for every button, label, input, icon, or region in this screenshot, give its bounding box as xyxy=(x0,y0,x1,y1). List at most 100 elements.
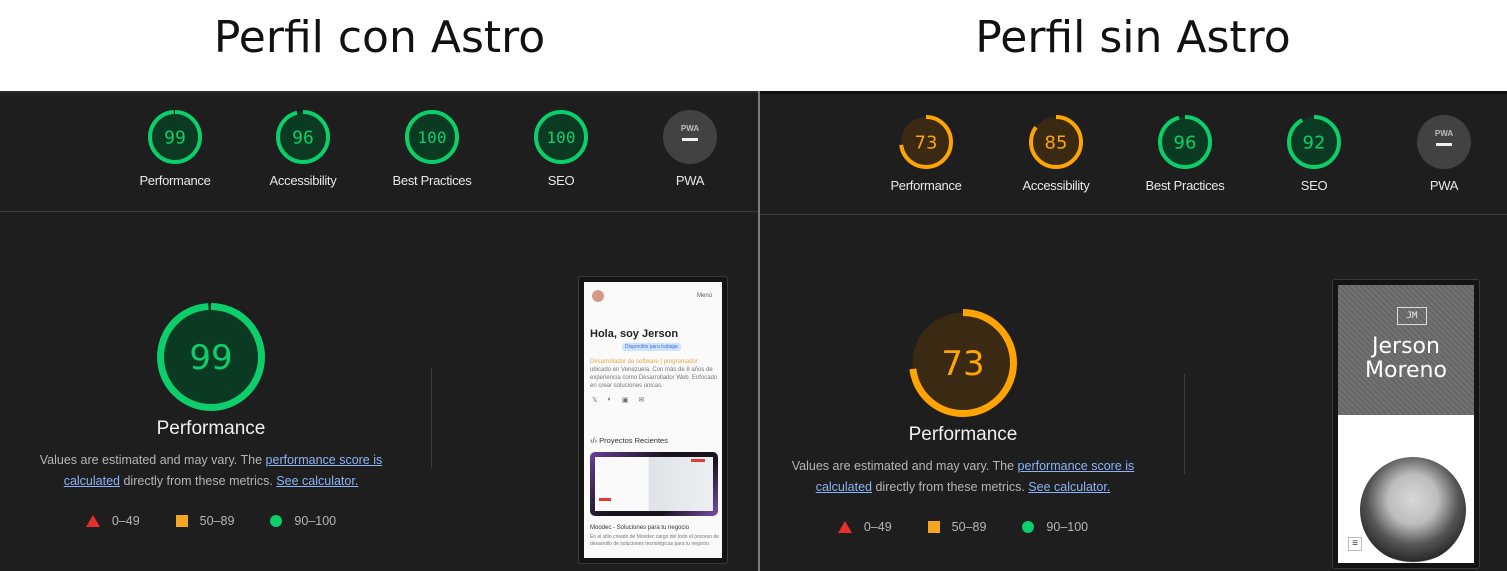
see-calculator-link[interactable]: See calculator. xyxy=(1028,480,1110,494)
gauge-pwa[interactable]: PWA PWA xyxy=(635,109,745,188)
title-sin-astro: Perfil sin Astro xyxy=(975,12,1291,63)
screenshot-heading: Hola, soy Jerson xyxy=(590,328,679,340)
square-icon xyxy=(927,521,940,533)
nav-menu: Menú xyxy=(696,293,712,299)
gauge-label: PWA xyxy=(675,173,705,188)
score-legend: 0–49 50–89 90–100 xyxy=(773,520,1153,534)
performance-description: Values are estimated and may vary. The p… xyxy=(773,456,1153,498)
dash-icon xyxy=(1436,143,1452,146)
gauge-score: 96 xyxy=(292,127,314,148)
gauge-label: SEO xyxy=(1300,178,1328,193)
pwa-label: PWA xyxy=(681,124,699,133)
legend-average: 50–89 xyxy=(927,520,987,534)
gauge-performance[interactable]: 73 Performance xyxy=(871,114,981,193)
performance-description: Values are estimated and may vary. The p… xyxy=(21,450,401,492)
pwa-badge-icon: PWA xyxy=(663,110,717,164)
gauge-best-practices[interactable]: 100 Best Practices xyxy=(377,109,487,188)
gauge-label: PWA xyxy=(1429,178,1459,193)
legend-average: 50–89 xyxy=(175,514,234,528)
triangle-icon xyxy=(837,521,852,533)
screenshot-section-title: ‹/› Proyectos Recientes xyxy=(590,436,668,445)
page-screenshot: Menú Hola, soy Jerson Disponible para tr… xyxy=(584,282,722,558)
pwa-badge-icon: PWA xyxy=(1417,115,1471,169)
circle-icon xyxy=(270,515,283,527)
code-icon: ‹/› xyxy=(590,436,600,445)
gauge-score: 100 xyxy=(547,128,576,147)
x-icon: 𝕏 xyxy=(592,397,598,404)
category-gauges: 99 Performance 96 Accessibility 100 Best… xyxy=(0,93,758,212)
gauge-seo[interactable]: 92 SEO xyxy=(1259,114,1369,193)
gauge-pwa[interactable]: PWA PWA xyxy=(1389,114,1499,193)
profile-photo xyxy=(1360,457,1466,563)
gauge-best-practices[interactable]: 96 Best Practices xyxy=(1130,114,1240,193)
legend-range: 0–49 xyxy=(863,520,892,534)
gauge-label: SEO xyxy=(547,173,575,188)
pwa-circle xyxy=(1417,115,1471,169)
gauge-score: 96 xyxy=(1174,132,1197,153)
mail-icon: ✉ xyxy=(638,397,645,404)
legend-range: 50–89 xyxy=(951,520,987,534)
gauge-score: 100 xyxy=(418,128,447,147)
gauge-ring-icon: 96 xyxy=(1158,115,1212,169)
project-thumbnail xyxy=(590,452,718,516)
screenshot-bio: ubicado en Venezuela. Con más de 8 años … xyxy=(590,367,718,389)
score-legend: 0–49 50–89 90–100 xyxy=(21,514,401,528)
gauge-score: 73 xyxy=(941,344,984,384)
gauge-ring-icon: 99 xyxy=(148,110,202,164)
gauge-seo[interactable]: 100 SEO xyxy=(506,109,616,188)
gauge-performance[interactable]: 99 Performance xyxy=(120,109,230,188)
legend-fail: 0–49 xyxy=(837,520,892,534)
desc-text: directly from these metrics. xyxy=(872,480,1029,494)
performance-summary: 99 Performance Values are estimated and … xyxy=(21,302,401,528)
divider xyxy=(431,368,432,468)
see-calculator-link[interactable]: See calculator. xyxy=(276,474,358,488)
desc-text: Values are estimated and may vary. The xyxy=(39,453,266,467)
gauge-label: Performance xyxy=(890,178,962,193)
hero-banner: JM Jerson Moreno xyxy=(1338,285,1474,415)
avatar xyxy=(592,290,604,302)
name-line: Jerson xyxy=(1372,334,1440,359)
screenshot-highlight: Desarrollador de software | programador xyxy=(590,359,698,365)
linkedin-icon: ▣ xyxy=(621,397,629,404)
gauge-score: 99 xyxy=(164,127,186,148)
final-screenshot-sin-astro[interactable]: JM Jerson Moreno ≡ xyxy=(1332,279,1480,569)
gauge-ring-icon: 92 xyxy=(1287,115,1341,169)
screenshot-badge: Disponible para trabajar xyxy=(622,343,682,351)
pwa-circle xyxy=(663,110,717,164)
gauge-score: 99 xyxy=(189,338,232,378)
desc-text: Values are estimated and may vary. The xyxy=(791,459,1018,473)
performance-title: Performance xyxy=(908,424,1018,445)
gauge-accessibility[interactable]: 85 Accessibility xyxy=(1001,114,1111,193)
project-desc: En el sitio creado de Moodec cargo del t… xyxy=(590,534,719,547)
performance-gauge-large: 99 xyxy=(157,303,265,411)
lighthouse-report-con-astro: 99 Performance 96 Accessibility 100 Best… xyxy=(0,91,758,571)
hero-name: Jerson Moreno xyxy=(1338,335,1474,383)
gauge-label: Best Practices xyxy=(392,173,472,188)
name-line: Moreno xyxy=(1365,358,1447,383)
gauge-ring-icon: 73 xyxy=(899,115,953,169)
gauge-label: Accessibility xyxy=(269,173,337,188)
legend-fail: 0–49 xyxy=(85,514,140,528)
gauge-ring-icon: 100 xyxy=(534,110,588,164)
gauge-ring-icon: 96 xyxy=(276,110,330,164)
desc-text: directly from these metrics. xyxy=(120,474,277,488)
legend-pass: 90–100 xyxy=(270,514,336,528)
gauge-score: 85 xyxy=(1045,132,1068,153)
dash-icon xyxy=(682,138,698,141)
monogram-logo: JM xyxy=(1397,307,1427,325)
final-screenshot-con-astro[interactable]: Menú Hola, soy Jerson Disponible para tr… xyxy=(578,276,728,564)
gauge-label: Best Practices xyxy=(1145,178,1225,193)
gauge-label: Performance xyxy=(139,173,211,188)
performance-summary: 73 Performance Values are estimated and … xyxy=(773,308,1153,534)
hamburger-menu-icon[interactable]: ≡ xyxy=(1348,537,1362,551)
category-gauges: 73 Performance 85 Accessibility 96 Best … xyxy=(760,94,1507,215)
social-icons: 𝕏 ◐ ▣ ✉ xyxy=(592,396,644,404)
pwa-label: PWA xyxy=(1435,129,1453,138)
project-title: Moodec - Soluciones para tu negocio xyxy=(590,525,690,531)
gauge-ring-icon: 100 xyxy=(405,110,459,164)
github-icon: ◐ xyxy=(607,396,612,403)
performance-gauge-large: 73 xyxy=(909,309,1017,417)
gauge-score: 73 xyxy=(915,132,938,153)
page-screenshot: JM Jerson Moreno ≡ xyxy=(1338,285,1474,563)
gauge-accessibility[interactable]: 96 Accessibility xyxy=(248,109,358,188)
